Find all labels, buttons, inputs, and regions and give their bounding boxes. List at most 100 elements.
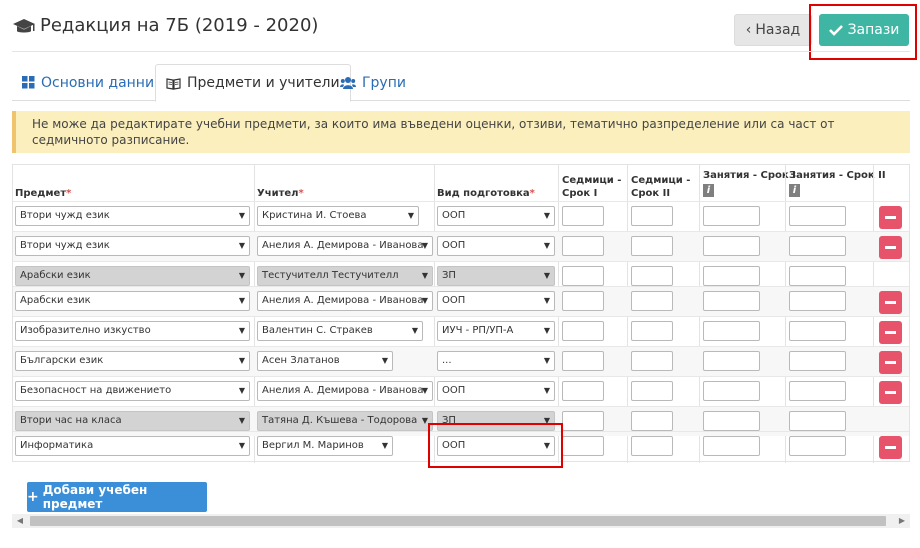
tab-label: Основни данни [41, 74, 155, 91]
classes-term1-input[interactable] [703, 321, 760, 341]
prep-select[interactable]: ... ▼ [437, 351, 555, 371]
weeks-term2-input[interactable] [631, 321, 673, 341]
teacher-select: Тестучителл Тестучителл ▼ [257, 266, 433, 286]
tab-groups[interactable]: Групи [330, 64, 416, 101]
classes-term2-input[interactable] [789, 266, 846, 286]
classes-term2-input[interactable] [789, 436, 846, 456]
horizontal-scrollbar[interactable]: ◀ ▶ [12, 514, 910, 528]
back-button-label: Назад [755, 22, 801, 38]
prep-select[interactable]: ООП ▼ [437, 291, 555, 311]
teacher-select: Татяна Д. Къшева - Тодорова ▼ [257, 411, 433, 431]
prep-select: ЗП ▼ [437, 266, 555, 286]
tab-basic-data[interactable]: Основни данни [12, 64, 164, 101]
subjects-table: Предмет* Учител* Вид подготовка* Седмици… [12, 164, 910, 468]
chevron-down-icon: ▼ [238, 356, 245, 365]
teacher-select-value: Анелия А. Демирова - Иванова [262, 240, 424, 251]
weeks-term2-input[interactable] [631, 206, 673, 226]
save-button[interactable]: Запази [819, 14, 909, 46]
weeks-term1-input[interactable] [562, 436, 604, 456]
teacher-select[interactable]: Валентин С. Стракев ▼ [257, 321, 423, 341]
classes-term1-input[interactable] [703, 411, 760, 431]
classes-term1-input[interactable] [703, 206, 760, 226]
weeks-term1-input[interactable] [562, 236, 604, 256]
classes-term1-input[interactable] [703, 236, 760, 256]
weeks-term1-input[interactable] [562, 266, 604, 286]
weeks-term2-input[interactable] [631, 351, 673, 371]
classes-term2-input[interactable] [789, 321, 846, 341]
delete-row-button[interactable] [879, 436, 902, 459]
chevron-down-icon: ▼ [238, 296, 245, 305]
classes-term1-input[interactable] [703, 351, 760, 371]
subject-select: Втори час на класа ▼ [15, 411, 250, 431]
prep-select[interactable]: ООП ▼ [437, 236, 555, 256]
delete-row-button[interactable] [879, 351, 902, 374]
weeks-term1-input[interactable] [562, 411, 604, 431]
subject-select-value: Арабски език [20, 295, 91, 306]
classes-term2-input[interactable] [789, 291, 846, 311]
tab-label: Предмети и учители [187, 75, 340, 91]
weeks-term1-input[interactable] [562, 381, 604, 401]
back-button[interactable]: ‹ Назад [734, 14, 812, 46]
weeks-term2-input[interactable] [631, 381, 673, 401]
weeks-term2-input[interactable] [631, 411, 673, 431]
chevron-down-icon: ▼ [238, 326, 245, 335]
delete-row-button[interactable] [879, 236, 902, 259]
info-icon[interactable]: i [789, 184, 800, 197]
table-row: Изобразително изкуство ▼ Валентин С. Страк… [13, 316, 909, 346]
weeks-term1-input[interactable] [562, 351, 604, 371]
teacher-select[interactable]: Анелия А. Демирова - Иванова ▼ [257, 291, 433, 311]
info-icon[interactable]: i [703, 184, 714, 197]
prep-select[interactable]: ИУЧ - РП/УП-А ▼ [437, 321, 555, 341]
chevron-down-icon: ▼ [238, 211, 245, 220]
subject-select[interactable]: Арабски език ▼ [15, 291, 250, 311]
tab-subjects-teachers[interactable]: Предмети и учители [155, 64, 351, 102]
subject-select[interactable]: Информатика ▼ [15, 436, 250, 456]
prep-select[interactable]: ООП ▼ [437, 206, 555, 226]
subject-select[interactable]: Втори чужд език ▼ [15, 236, 250, 256]
teacher-select-value: Тестучителл Тестучителл [262, 270, 399, 281]
delete-row-button[interactable] [879, 291, 902, 314]
chevron-down-icon: ▼ [543, 386, 550, 395]
scroll-right-arrow-icon[interactable]: ▶ [896, 514, 908, 528]
subject-select: Арабски език ▼ [15, 266, 250, 286]
weeks-term2-input[interactable] [631, 236, 673, 256]
subject-select-value: Безопасност на движението [20, 385, 172, 396]
classes-term1-input[interactable] [703, 266, 760, 286]
teacher-select[interactable]: Кристина И. Стоева ▼ [257, 206, 419, 226]
delete-row-button[interactable] [879, 381, 902, 404]
teacher-select[interactable]: Анелия А. Демирова - Иванова ▼ [257, 381, 433, 401]
teacher-select[interactable]: Асен Златанов ▼ [257, 351, 393, 371]
subject-select-value: Втори час на класа [20, 415, 122, 426]
subject-select[interactable]: Безопасност на движението ▼ [15, 381, 250, 401]
classes-term1-input[interactable] [703, 291, 760, 311]
scroll-thumb[interactable] [30, 516, 886, 526]
teacher-select[interactable]: Вергил М. Маринов ▼ [257, 436, 393, 456]
subject-select-value: Български език [20, 355, 104, 366]
classes-term1-input[interactable] [703, 381, 760, 401]
subject-select-value: Информатика [20, 440, 94, 451]
weeks-term2-input[interactable] [631, 266, 673, 286]
classes-term2-input[interactable] [789, 411, 846, 431]
teacher-select-value: Вергил М. Маринов [262, 440, 364, 451]
classes-term2-input[interactable] [789, 206, 846, 226]
prep-select-value: ООП [442, 240, 466, 251]
delete-row-button[interactable] [879, 206, 902, 229]
classes-term2-input[interactable] [789, 236, 846, 256]
table-row: Безопасност на движението ▼ Анелия А. Деми… [13, 376, 909, 406]
weeks-term2-input[interactable] [631, 436, 673, 456]
classes-term2-input[interactable] [789, 381, 846, 401]
add-subject-button[interactable]: + Добави учебен предмет [27, 482, 207, 512]
scroll-left-arrow-icon[interactable]: ◀ [14, 514, 26, 528]
subject-select[interactable]: Втори чужд език ▼ [15, 206, 250, 226]
prep-select[interactable]: ООП ▼ [437, 381, 555, 401]
weeks-term2-input[interactable] [631, 291, 673, 311]
weeks-term1-input[interactable] [562, 291, 604, 311]
classes-term2-input[interactable] [789, 351, 846, 371]
weeks-term1-input[interactable] [562, 321, 604, 341]
weeks-term1-input[interactable] [562, 206, 604, 226]
classes-term1-input[interactable] [703, 436, 760, 456]
subject-select[interactable]: Изобразително изкуство ▼ [15, 321, 250, 341]
teacher-select[interactable]: Анелия А. Демирова - Иванова ▼ [257, 236, 433, 256]
delete-row-button[interactable] [879, 321, 902, 344]
subject-select[interactable]: Български език ▼ [15, 351, 250, 371]
